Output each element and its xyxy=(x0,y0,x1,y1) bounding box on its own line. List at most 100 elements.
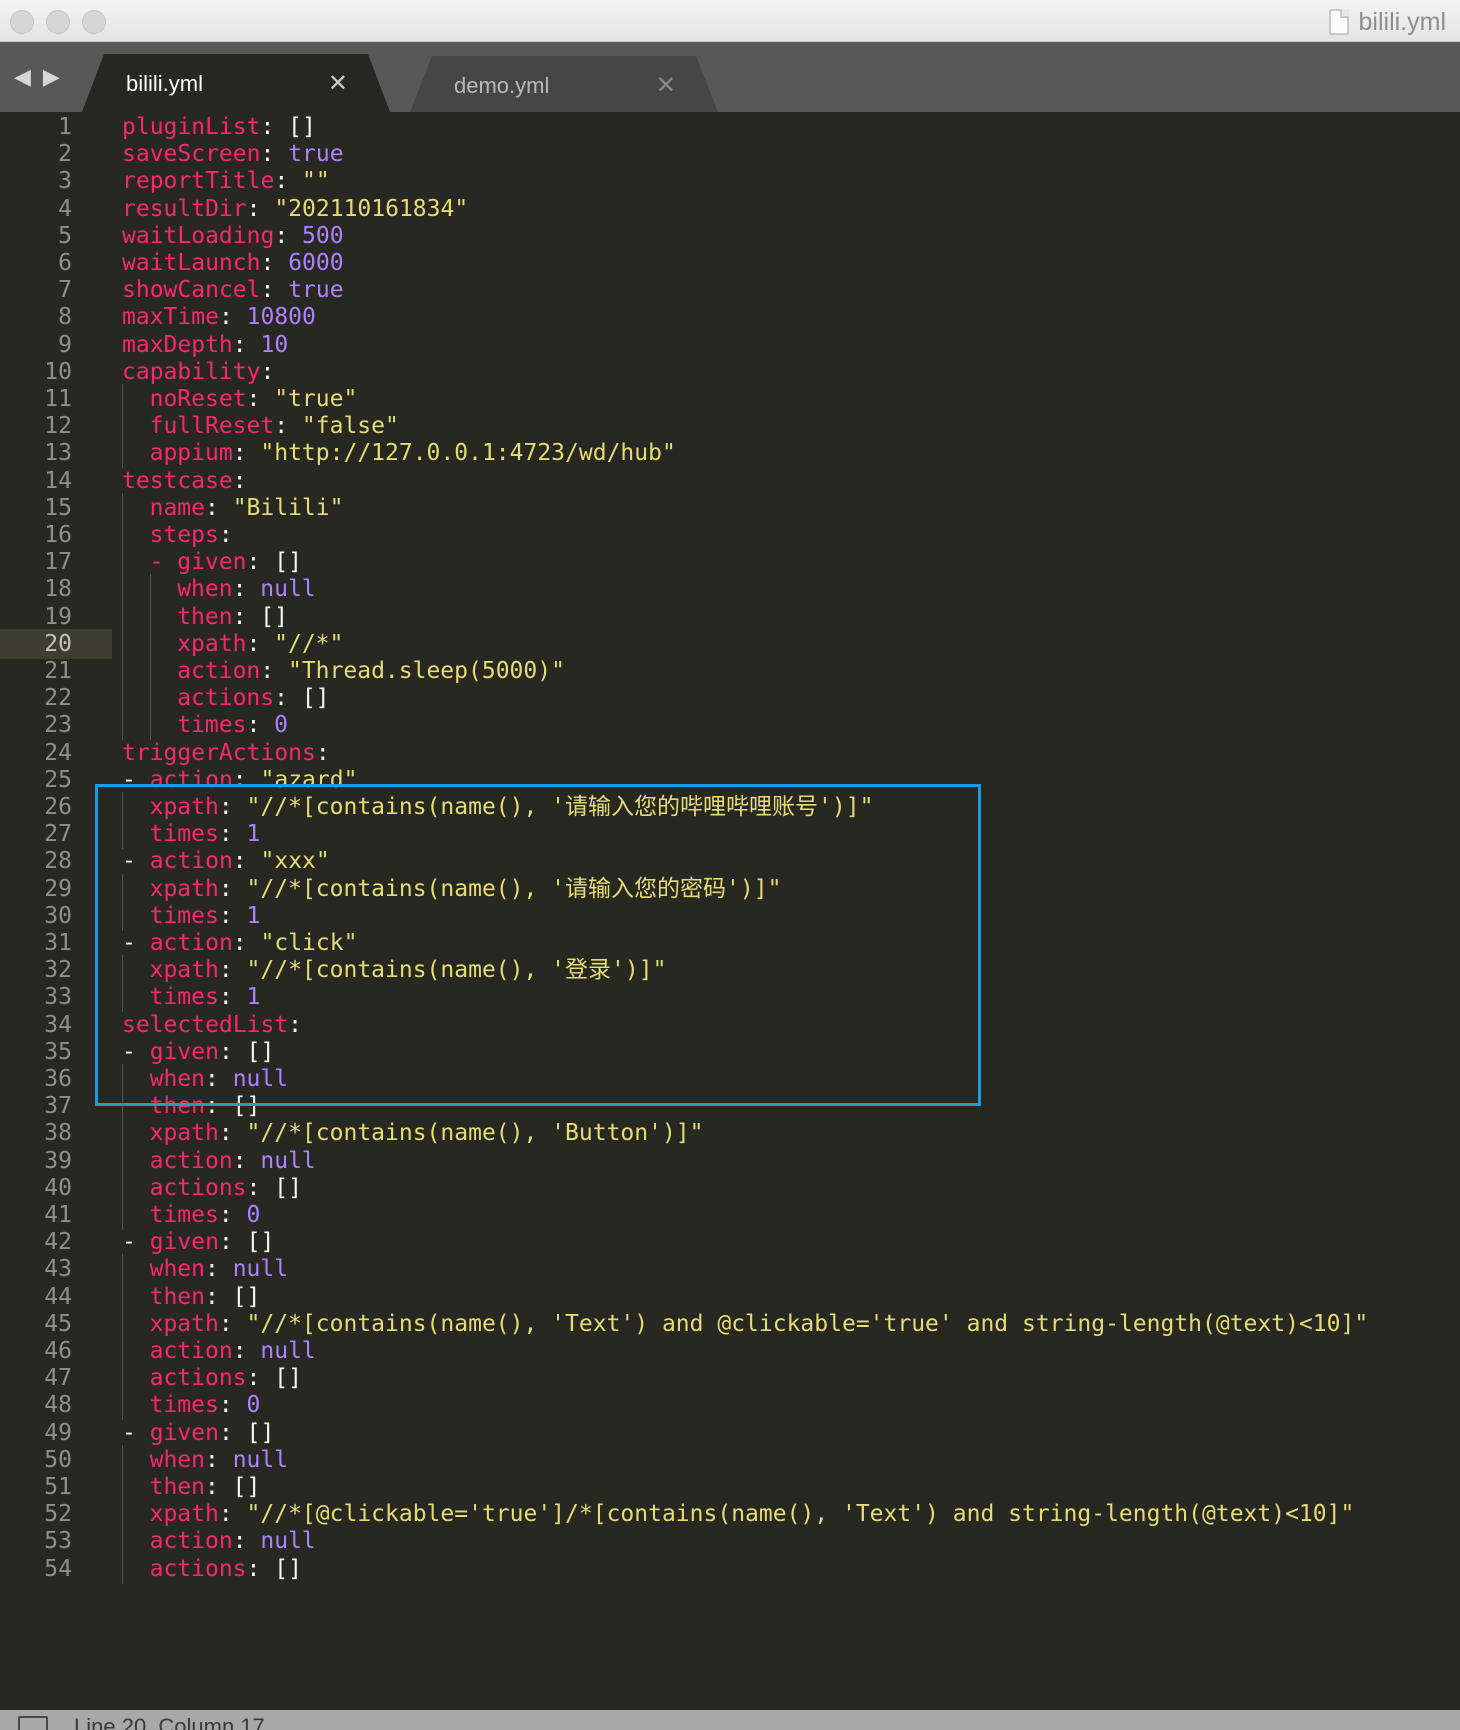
code-line[interactable]: 52 xpath: "//*[@clickable='true']/*[conta… xyxy=(0,1499,1460,1530)
line-number: 19 xyxy=(44,603,72,630)
line-number: 45 xyxy=(44,1310,72,1337)
line-number-gutter: 25 xyxy=(0,765,112,795)
code-line[interactable]: 25 - action: "azard" xyxy=(0,765,1460,795)
code-line[interactable]: 5 waitLoading: 500 xyxy=(0,221,1460,251)
code-text: times: 1 xyxy=(150,982,261,1012)
zoom-window-button[interactable] xyxy=(82,10,106,34)
code-token: : xyxy=(218,1310,247,1337)
code-line[interactable]: 31 - action: "click" xyxy=(0,928,1460,958)
code-line[interactable]: 34 selectedList: xyxy=(0,1010,1460,1040)
code-token: 0 xyxy=(246,1392,261,1419)
code-line[interactable]: 30 times: 1 xyxy=(0,900,1460,931)
code-line[interactable]: 17 - given: [] xyxy=(0,547,1460,578)
code-line[interactable]: 7 showCancel: true xyxy=(0,275,1460,305)
code-token: xpath xyxy=(149,957,219,984)
code-editor[interactable]: 1 pluginList: [] 2 saveScreen: true 3 reportT… xyxy=(0,112,1460,1710)
panel-toggle-icon[interactable] xyxy=(18,1716,48,1730)
code-text: times: 1 xyxy=(150,901,261,931)
tab-demo-yml[interactable]: demo.yml ✕ xyxy=(410,56,718,112)
code-line[interactable]: 2 saveScreen: true xyxy=(0,139,1460,169)
code-line[interactable]: 28 - action: "xxx" xyxy=(0,846,1460,876)
code-token: : xyxy=(204,1066,233,1092)
indent-guide xyxy=(122,384,123,414)
code-line[interactable]: 27 times: 1 xyxy=(0,819,1460,850)
code-line[interactable]: 16 steps: xyxy=(0,520,1460,550)
line-number-gutter: 46 xyxy=(0,1336,112,1366)
code-line[interactable]: 43 when: null xyxy=(0,1254,1460,1285)
code-text: action: "Thread.sleep(5000)" xyxy=(177,656,565,686)
code-token: : xyxy=(232,440,261,467)
code-token: "202110161834" xyxy=(274,195,469,222)
code-line[interactable]: 38 xpath: "//*[contains(name(), 'Button')… xyxy=(0,1118,1460,1149)
line-number: 23 xyxy=(44,712,72,739)
code-line[interactable]: 20 xpath: "//*" xyxy=(0,628,1460,659)
indent-guide xyxy=(122,1091,123,1122)
forward-arrow-icon[interactable]: ▶ xyxy=(43,66,60,88)
code-token: : xyxy=(218,984,247,1011)
close-tab-icon[interactable]: ✕ xyxy=(328,69,348,98)
code-line[interactable]: 10 capability: xyxy=(0,357,1460,387)
code-line[interactable]: 26 xpath: "//*[contains(name(), '请输入您的哔哩哔… xyxy=(0,792,1460,822)
code-token: true xyxy=(288,277,344,304)
code-line[interactable]: 48 times: 0 xyxy=(0,1390,1460,1421)
indent-guide xyxy=(122,819,123,850)
back-arrow-icon[interactable]: ◀ xyxy=(14,66,31,88)
code-line[interactable]: 36 when: null xyxy=(0,1064,1460,1094)
code-text: reportTitle: "" xyxy=(122,166,330,196)
code-line[interactable]: 15 name: "Bilili" xyxy=(0,492,1460,523)
code-line[interactable]: 19 then: [] xyxy=(0,601,1460,632)
code-line[interactable]: 11 noReset: "true" xyxy=(0,384,1460,414)
code-line[interactable]: 51 then: [] xyxy=(0,1472,1460,1502)
code-line[interactable]: 49 - given: [] xyxy=(0,1418,1460,1448)
code-token: : [] xyxy=(246,549,302,576)
code-line[interactable]: 18 when: null xyxy=(0,574,1460,605)
tab-bilili-yml[interactable]: bilili.yml ✕ xyxy=(82,54,390,112)
code-line[interactable]: 37 then: [] xyxy=(0,1091,1460,1122)
code-line[interactable]: 54 actions: [] xyxy=(0,1553,1460,1584)
code-line[interactable]: 3 reportTitle: "" xyxy=(0,166,1460,196)
code-token: : xyxy=(218,1120,247,1147)
code-line[interactable]: 21 action: "Thread.sleep(5000)" xyxy=(0,656,1460,686)
line-number-gutter: 9 xyxy=(0,330,112,360)
code-line[interactable]: 53 action: null xyxy=(0,1526,1460,1557)
code-line[interactable]: 23 times: 0 xyxy=(0,710,1460,741)
code-line[interactable]: 14 testcase: xyxy=(0,466,1460,496)
code-line[interactable]: 1 pluginList: [] xyxy=(0,112,1460,142)
code-line[interactable]: 42 - given: [] xyxy=(0,1227,1460,1257)
line-number-gutter: 16 xyxy=(0,520,112,550)
code-line[interactable]: 22 actions: [] xyxy=(0,683,1460,714)
minimize-window-button[interactable] xyxy=(46,10,70,34)
code-text: times: 0 xyxy=(150,1200,261,1230)
code-line[interactable]: 6 waitLaunch: 6000 xyxy=(0,248,1460,278)
code-token: : xyxy=(246,712,275,739)
code-line[interactable]: 29 xpath: "//*[contains(name(), '请输入您的密码'… xyxy=(0,873,1460,904)
code-line[interactable]: 12 fullReset: "false" xyxy=(0,411,1460,442)
code-token: : [] xyxy=(218,1419,275,1446)
indent-guide xyxy=(149,574,151,605)
code-line[interactable]: 35 - given: [] xyxy=(0,1037,1460,1067)
line-number-gutter: 29 xyxy=(0,874,112,904)
code-line[interactable]: 39 action: null xyxy=(0,1145,1460,1176)
code-line[interactable]: 45 xpath: "//*[contains(name(), 'Text') a… xyxy=(0,1308,1460,1339)
code-token: "//*[contains(name(), '请输入您的密码')]" xyxy=(246,875,782,902)
code-line[interactable]: 41 times: 0 xyxy=(0,1200,1460,1230)
file-icon xyxy=(1328,9,1349,35)
code-line[interactable]: 40 actions: [] xyxy=(0,1172,1460,1203)
code-line[interactable]: 8 maxTime: 10800 xyxy=(0,302,1460,332)
code-line[interactable]: 44 then: [] xyxy=(0,1281,1460,1312)
code-line[interactable]: 9 maxDepth: 10 xyxy=(0,330,1460,360)
code-line[interactable]: 50 when: null xyxy=(0,1444,1460,1475)
indent-guide xyxy=(122,547,123,578)
code-line[interactable]: 4 resultDir: "202110161834" xyxy=(0,194,1460,224)
code-line[interactable]: 13 appium: "http://127.0.0.1:4723/wd/hub" xyxy=(0,438,1460,469)
code-line[interactable]: 46 action: null xyxy=(0,1336,1460,1366)
code-token: "azard" xyxy=(260,766,358,793)
code-line[interactable]: 24 triggerActions: xyxy=(0,738,1460,768)
tab-label: demo.yml xyxy=(454,73,550,98)
close-window-button[interactable] xyxy=(10,10,34,34)
code-line[interactable]: 47 actions: [] xyxy=(0,1363,1460,1394)
code-line[interactable]: 32 xpath: "//*[contains(name(), '登录')]" xyxy=(0,955,1460,986)
close-tab-icon[interactable]: ✕ xyxy=(656,71,676,100)
code-line[interactable]: 33 times: 1 xyxy=(0,982,1460,1013)
code-text: action: null xyxy=(150,1146,316,1176)
